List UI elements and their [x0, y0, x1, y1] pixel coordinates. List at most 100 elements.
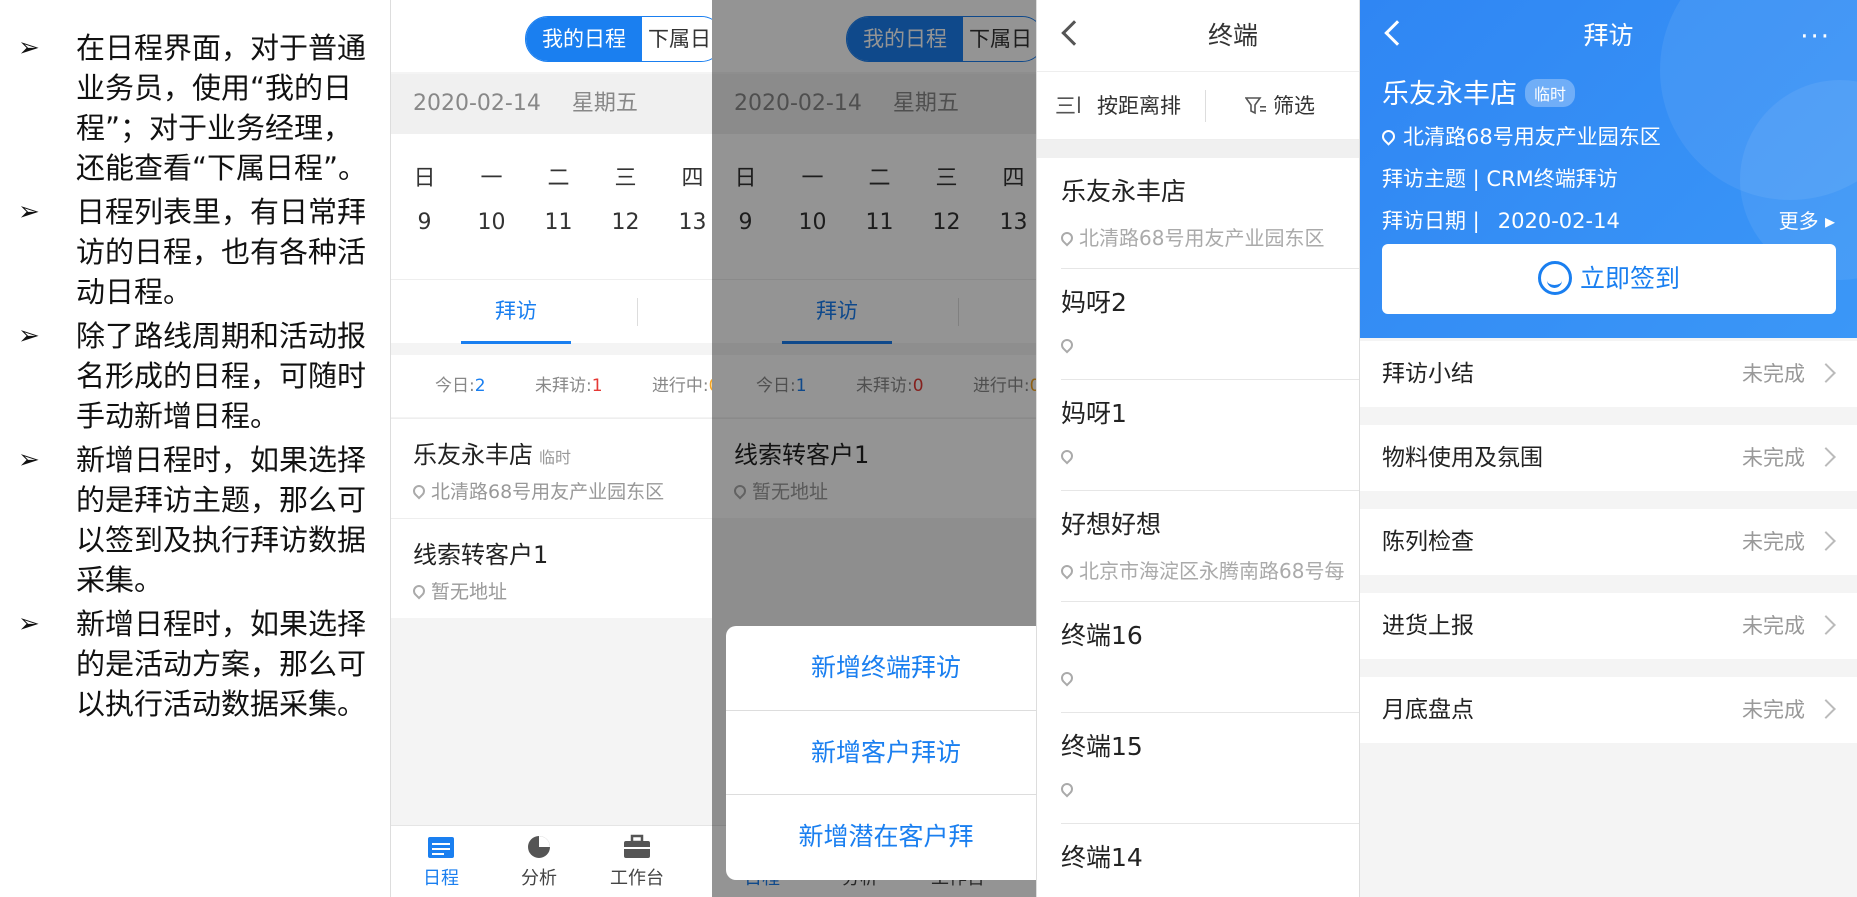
add-schedule-sheet: 新增终端拜访 新增客户拜访 新增潜在客户拜 [726, 626, 1036, 880]
checkin-button[interactable]: 立即签到 [1382, 244, 1836, 314]
schedule-screen: 我的日程 下属日 2020-02-14 星期五 日 一 二 三 四 9 10 1… [390, 0, 712, 897]
nav-schedule[interactable]: 日程 [411, 834, 471, 890]
terminal-item[interactable]: 乐友永丰店 北清路68号用友产业园东区 [1058, 158, 1359, 269]
visit-topic: 拜访主题 | CRM终端拜访 [1382, 167, 1618, 191]
weekday-label: 四 [681, 166, 704, 191]
chevron-right-icon [1816, 531, 1836, 551]
visit-task-row[interactable]: 陈列检查 未完成 [1360, 509, 1857, 575]
calendar-day[interactable]: 12 [592, 210, 659, 235]
location-icon [1058, 229, 1076, 247]
current-date: 2020-02-14 [413, 91, 541, 116]
task-status: 未完成 [1742, 614, 1805, 638]
nav-workbench[interactable]: 工作台 [607, 834, 667, 890]
bullet-item: ➢ 除了路线周期和活动报名形成的日程，可随时手动新增日程。 [18, 316, 376, 436]
add-customer-visit-option[interactable]: 新增客户拜访 [726, 710, 1036, 794]
location-icon [1379, 127, 1398, 146]
page-title: 终端 [1207, 21, 1258, 50]
bullet-item: ➢ 新增日程时，如果选择的是拜访主题，那么可以签到及执行拜访数据采集。 [18, 440, 376, 600]
terminal-address: 北清路68号用友产业园东区 [1079, 226, 1325, 250]
briefcase-icon [624, 834, 650, 858]
schedule-add-screen: 我的日程 下属日 2020-02-14 星期五 日 一 二 三 四 9 10 1… [712, 0, 1036, 897]
bullet-list: ➢ 在日程界面，对于普通业务员，使用“我的日程”；对于业务经理，还能查看“下属日程… [18, 28, 376, 728]
terminal-item[interactable]: 终端14 [1061, 824, 1359, 897]
my-schedule-tab[interactable]: 我的日程 [526, 17, 642, 61]
calendar-day[interactable]: 11 [525, 210, 592, 235]
task-status: 未完成 [1742, 698, 1805, 722]
tab-divider [637, 298, 638, 326]
schedule-item-address: 北清路68号用友产业园东区 [431, 481, 665, 503]
tab-visit[interactable]: 拜访 [461, 280, 571, 344]
visit-task-row[interactable]: 进货上报 未完成 [1360, 593, 1857, 659]
chevron-right-icon [1816, 363, 1836, 383]
pie-chart-icon [528, 836, 550, 858]
visit-stats: 今日:2 未拜访:1 进行中:0 已 [391, 355, 712, 417]
more-menu-icon[interactable]: ··· [1800, 22, 1831, 52]
sort-icon: 三l [1055, 94, 1082, 118]
terminal-header: 终端 [1037, 0, 1359, 72]
location-icon [1058, 669, 1076, 687]
task-name: 进货上报 [1382, 613, 1474, 639]
arrow-bullet-icon: ➢ [18, 609, 40, 639]
terminal-item[interactable]: 妈呀2 [1058, 269, 1359, 380]
arrow-bullet-icon: ➢ [18, 445, 40, 475]
schedule-item[interactable]: 乐友永丰店 临时 北清路68号用友产业园东区 [391, 418, 712, 518]
filter-bar: 三l 按距离排 筛选 [1037, 72, 1359, 140]
calendar-icon [428, 837, 454, 858]
bullet-item: ➢ 在日程界面，对于普通业务员，使用“我的日程”；对于业务经理，还能查看“下属日程… [18, 28, 376, 188]
nav-analysis[interactable]: 分析 [509, 834, 569, 890]
temporary-tag: 临时 [1525, 79, 1576, 107]
task-name: 拜访小结 [1382, 361, 1474, 387]
sort-by-distance-button[interactable]: 按距离排 [1097, 72, 1181, 140]
visit-task-row[interactable]: 月底盘点 未完成 [1360, 677, 1857, 743]
task-name: 物料使用及氛围 [1382, 445, 1543, 471]
location-icon [410, 482, 428, 500]
schedule-header: 我的日程 下属日 [391, 0, 712, 72]
week-calendar: 日 一 二 三 四 9 10 11 12 13 [391, 134, 712, 279]
terminal-item[interactable]: 终端16 [1058, 602, 1359, 713]
visit-task-row[interactable]: 拜访小结 未完成 [1360, 341, 1857, 407]
terminal-name: 终端16 [1061, 621, 1143, 650]
terminal-name: 终端14 [1061, 843, 1143, 872]
terminal-item[interactable]: 终端15 [1058, 713, 1359, 824]
calendar-day[interactable]: 9 [391, 210, 458, 235]
filter-button[interactable]: 筛选 [1244, 72, 1315, 140]
terminal-item[interactable]: 好想好想 北京市海淀区永腾南路68号每 [1058, 491, 1359, 602]
terminal-name: 妈呀1 [1061, 399, 1127, 428]
schedule-item[interactable]: 线索转客户1 暂无地址 [391, 518, 712, 618]
terminal-name: 终端15 [1061, 732, 1143, 761]
visit-task-row[interactable]: 物料使用及氛围 未完成 [1360, 425, 1857, 491]
chevron-right-icon [1816, 615, 1836, 635]
chevron-right-icon [1816, 699, 1836, 719]
location-icon [1058, 780, 1076, 798]
smile-icon [1537, 261, 1572, 295]
weekday-label: 三 [614, 166, 637, 191]
calendar-day[interactable]: 10 [458, 210, 525, 235]
subordinate-schedule-tab[interactable]: 下属日 [642, 17, 712, 61]
schedule-item-name: 乐友永丰店 [413, 441, 533, 469]
schedule-item-address: 暂无地址 [431, 581, 508, 603]
current-weekday: 星期五 [571, 91, 638, 116]
bullet-item: ➢ 新增日程时，如果选择的是活动方案，那么可以执行活动数据采集。 [18, 604, 376, 724]
task-status: 未完成 [1742, 362, 1805, 386]
calendar-day[interactable]: 13 [659, 210, 712, 235]
more-details-button[interactable]: 更多 ▸ [1779, 205, 1835, 234]
weekday-label: 二 [547, 166, 570, 191]
add-terminal-visit-option[interactable]: 新增终端拜访 [726, 626, 1036, 710]
terminal-item[interactable]: 妈呀1 [1058, 380, 1359, 491]
stat-today: 今日:2 [435, 376, 486, 396]
visit-detail-screen: 拜访 ··· 乐友永丰店 临时 北清路68号用友产业园东区 拜访主题 | CRM终… [1359, 0, 1857, 897]
location-icon [1058, 447, 1076, 465]
visit-date: 拜访日期 | 2020-02-14 [1382, 209, 1620, 233]
shop-name: 乐友永丰店 临时 [1382, 72, 1576, 111]
schedule-item-name: 线索转客户1 [413, 541, 549, 569]
filter-divider [1205, 90, 1206, 122]
add-potential-customer-visit-option[interactable]: 新增潜在客户拜 [726, 794, 1036, 878]
arrow-bullet-icon: ➢ [18, 197, 40, 227]
schedule-type-tabs: 拜访 [391, 279, 712, 344]
terminal-name: 好想好想 [1061, 510, 1162, 539]
task-name: 陈列检查 [1382, 529, 1474, 555]
arrow-bullet-icon: ➢ [18, 33, 40, 63]
date-bar[interactable]: 2020-02-14 星期五 [391, 74, 712, 134]
task-name: 月底盘点 [1382, 697, 1474, 723]
stat-unvisited: 未拜访:1 [534, 376, 603, 396]
